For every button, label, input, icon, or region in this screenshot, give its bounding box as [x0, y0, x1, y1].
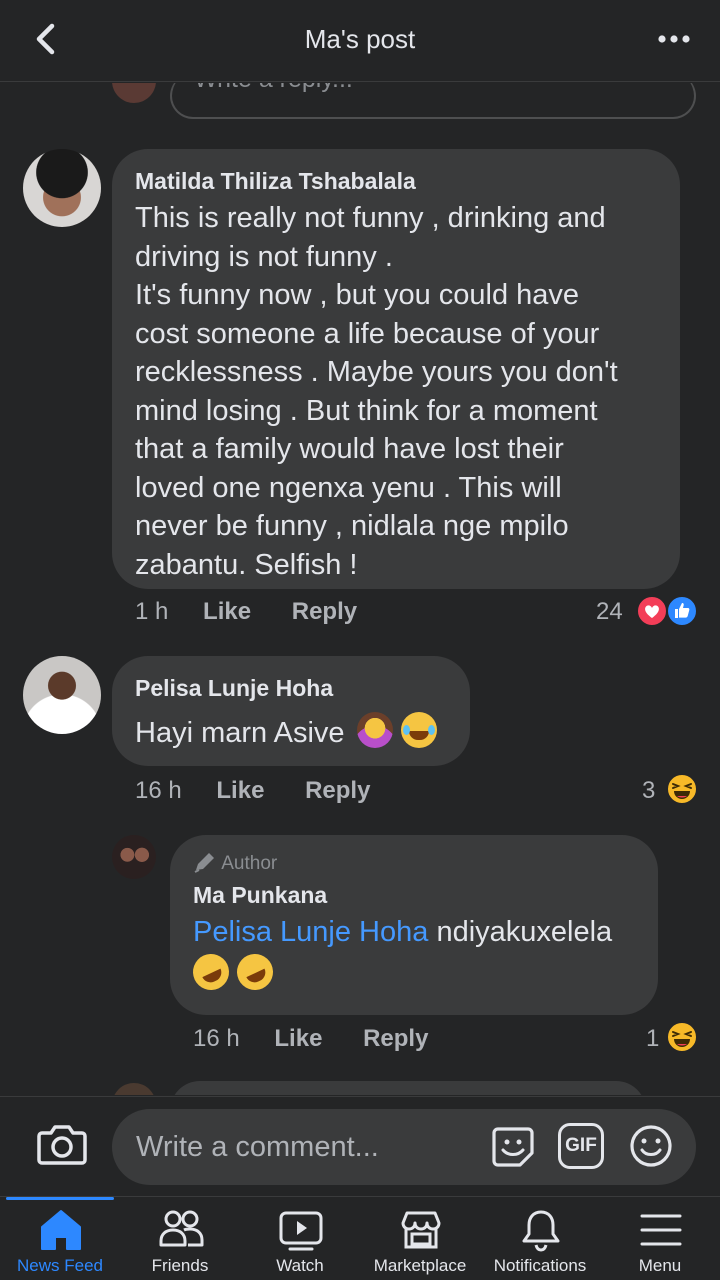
avatar[interactable] [112, 835, 156, 879]
reaction-count[interactable]: 1 [646, 1025, 659, 1053]
comment-input[interactable]: Write a comment... GIF [112, 1109, 696, 1185]
tab-label: Notifications [493, 1256, 587, 1275]
comment-time: 16 h [135, 777, 182, 804]
watch-icon [279, 1211, 323, 1251]
like-button[interactable]: Like [203, 598, 251, 625]
reply-button[interactable]: Reply [363, 1025, 428, 1052]
tab-label: News Feed [17, 1256, 103, 1275]
author-badge-label: Author [221, 853, 278, 874]
avatar[interactable] [23, 656, 101, 734]
avatar[interactable] [112, 83, 156, 103]
comment-line: This is really not funny , drinking and [135, 202, 606, 234]
like-reaction-icon [666, 595, 698, 627]
reply-input[interactable]: Write a reply... [170, 83, 696, 119]
reply-time: 16 h [193, 1025, 240, 1052]
haha-reaction-icon [666, 1021, 698, 1053]
comment-text: Hayi marn Asive [135, 712, 437, 753]
comment-time: 1 h [135, 598, 169, 625]
comments-feed: Write a reply... Matilda Thiliza Tshabal… [0, 83, 720, 1095]
emoji-icon[interactable] [628, 1123, 674, 1169]
tab-friends[interactable]: Friends [120, 1197, 240, 1280]
comment-meta: 16 h Like Reply [135, 777, 370, 805]
comment-author[interactable]: Pelisa Lunje Hoha [135, 675, 333, 702]
rofl-emoji [231, 947, 279, 996]
tab-label: Menu [638, 1256, 682, 1275]
comment-text: This is really not funny , drinking and … [135, 199, 675, 584]
gif-button[interactable]: GIF [558, 1123, 604, 1169]
menu-icon [640, 1214, 682, 1246]
love-reaction-icon [636, 595, 668, 627]
comment-line: cost someone a life because of your [135, 317, 600, 350]
bell-icon [522, 1210, 560, 1252]
tab-marketplace[interactable]: Marketplace [360, 1197, 480, 1280]
reply-text-content: ndiyakuxelela [428, 916, 613, 948]
gif-label: GIF [565, 1135, 597, 1156]
comment-line: never be funny , nidlala nge mpilo [135, 510, 569, 542]
tab-news-feed[interactable]: News Feed [0, 1197, 120, 1280]
comment-line: that a family would have lost their [135, 433, 564, 465]
tab-watch[interactable]: Watch [240, 1197, 360, 1280]
comment-line: It's funny now , but you could have [135, 279, 580, 311]
page-title: Ma's post [304, 24, 416, 54]
comment-line: mind losing . But think for a moment [135, 394, 598, 427]
like-button[interactable]: Like [274, 1025, 322, 1052]
like-button[interactable]: Like [216, 777, 264, 804]
camera-icon[interactable] [36, 1121, 88, 1167]
reply-author[interactable]: Ma Punkana [193, 882, 327, 909]
tab-menu[interactable]: Menu [600, 1197, 720, 1280]
haha-reaction-icon [666, 773, 698, 805]
mention-link[interactable]: Pelisa Lunje Hoha [193, 916, 428, 948]
home-icon [41, 1210, 81, 1250]
avatar[interactable] [23, 149, 101, 227]
comment-line: recklessness . Maybe yours you don't [135, 356, 618, 388]
comment-line: zabantu. Selfish ! [135, 548, 358, 581]
marketplace-icon [401, 1211, 441, 1249]
bottom-tab-bar: News Feed Friends Watch Marketplace Noti… [0, 1196, 720, 1280]
tab-label: Marketplace [373, 1256, 467, 1275]
rofl-emoji [187, 947, 235, 996]
author-badge: Author [193, 851, 277, 875]
comment-bubble[interactable]: Matilda Thiliza Tshabalala This is reall… [112, 149, 680, 589]
tab-notifications[interactable]: Notifications [480, 1197, 600, 1280]
reply-button[interactable]: Reply [292, 598, 357, 625]
tab-label: Friends [151, 1256, 209, 1275]
reply-button[interactable]: Reply [305, 777, 370, 804]
woman-gesturing-emoji [356, 712, 393, 748]
comment-author[interactable]: Matilda Thiliza Tshabalala [135, 168, 416, 195]
comment-text-content: Hayi marn Asive [135, 717, 345, 749]
reply-bubble[interactable] [170, 1081, 646, 1095]
reaction-count[interactable]: 3 [642, 777, 655, 805]
reply-text: Pelisa Lunje Hoha ndiyakuxelela [187, 913, 653, 1000]
comment-line: loved one ngenxa yenu . This will [135, 471, 562, 504]
reply-meta: 16 h Like Reply [193, 1025, 428, 1053]
pen-icon [194, 853, 214, 873]
top-bar: Ma's post [0, 0, 720, 82]
reply-placeholder: Write a reply... [194, 83, 353, 94]
reaction-count[interactable]: 24 [596, 598, 623, 626]
comment-bubble[interactable]: Pelisa Lunje Hoha Hayi marn Asive [112, 656, 470, 766]
laughing-emoji [400, 712, 437, 748]
reply-bubble[interactable]: Author Ma Punkana Pelisa Lunje Hoha ndiy… [170, 835, 658, 1015]
sticker-icon[interactable] [490, 1123, 536, 1169]
more-options-icon[interactable] [656, 26, 692, 52]
tab-label: Watch [276, 1256, 324, 1275]
comment-composer: Write a comment... GIF [0, 1096, 720, 1198]
comment-line: driving is not funny . [135, 240, 393, 273]
comment-placeholder: Write a comment... [136, 1131, 379, 1163]
avatar[interactable] [112, 1083, 156, 1095]
comment-meta: 1 h Like Reply [135, 598, 357, 626]
friends-icon [159, 1210, 204, 1247]
